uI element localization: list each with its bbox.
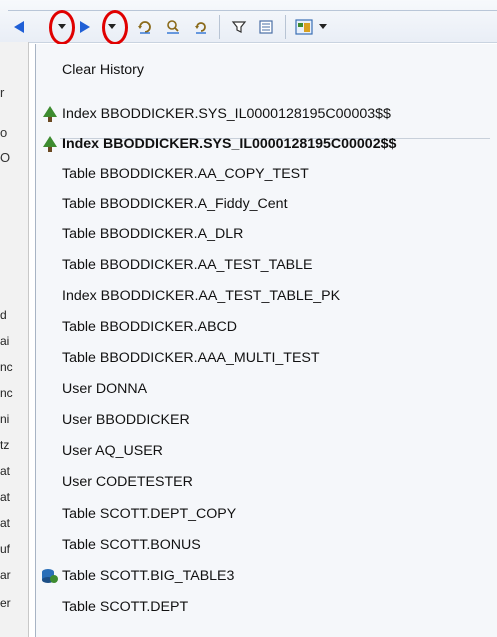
background-text-fragment: r [0,85,5,100]
history-item[interactable]: User CODETESTER [36,468,497,496]
history-item[interactable]: Table SCOTT.DEPT [36,593,497,621]
forward-arrow-icon [80,21,90,33]
toolbar-separator [219,15,220,39]
forward-button[interactable] [78,16,92,38]
history-item[interactable]: User BBODDICKER [36,406,497,434]
background-text-fragment: er [0,596,11,610]
dropdown-arrow-icon [319,24,327,29]
filter-button[interactable] [228,16,250,38]
history-item[interactable]: User DONNA [36,375,497,403]
background-text-fragment: nc [0,386,13,400]
tree-icon [43,106,57,122]
history-dropdown-menu: Clear History Index BBODDICKER.SYS_IL000… [35,44,497,637]
highlight-circle [102,10,128,45]
clear-history-menu-item[interactable]: Clear History [36,56,497,84]
highlight-circle [49,10,75,45]
refresh-icon [138,21,151,34]
background-text-fragment: at [0,516,11,530]
history-item[interactable]: Table BBODDICKER.A_DLR [36,220,497,248]
refresh-button[interactable] [134,16,156,38]
history-item[interactable]: Table SCOTT.BONUS [36,531,497,559]
background-text-fragment: ni [0,412,10,426]
view-menu-icon [295,19,313,35]
toolbar [0,0,497,45]
tree-icon [43,136,57,152]
menu-item-label: Table BBODDICKER.A_Fiddy_Cent [62,196,288,212]
menu-item-label: Index BBODDICKER.AA_TEST_TABLE_PK [62,288,341,304]
background-text-fragment: tz [0,438,10,452]
history-item[interactable]: Table BBODDICKER.AA_COPY_TEST [36,160,497,188]
background-text-fragment: o [0,125,8,140]
background-text-fragment: nc [0,360,13,374]
history-item[interactable]: Table BBODDICKER.AAA_MULTI_TEST [36,344,497,372]
find-refresh-button[interactable] [162,16,184,38]
back-arrow-icon [14,21,24,33]
background-text-fragment: at [0,490,11,504]
back-button[interactable] [12,16,26,38]
history-item[interactable]: Table SCOTT.DEPT_COPY [36,500,497,528]
menu-item-label: User DONNA [62,381,148,397]
menu-item-label: Table SCOTT.BONUS [62,537,201,553]
menu-item-label: Index BBODDICKER.SYS_IL0000128195C00003$… [62,106,391,122]
find-refresh-icon [167,20,179,34]
menu-item-label: Table BBODDICKER.ABCD [62,319,238,335]
background-text-fragment: ai [0,334,10,348]
history-item[interactable]: Table BBODDICKER.AA_TEST_TABLE [36,251,497,279]
menu-item-label: Table BBODDICKER.A_DLR [62,226,244,242]
properties-button[interactable] [255,16,277,38]
menu-item-label: Table SCOTT.BIG_TABLE3 [62,568,235,584]
refresh-object-button[interactable] [190,16,212,38]
menu-item-label: Table BBODDICKER.AA_COPY_TEST [62,166,309,182]
menu-item-label: Clear History [62,62,144,78]
menu-item-label: Table SCOTT.DEPT [62,599,189,615]
history-item[interactable]: Table BBODDICKER.A_Fiddy_Cent [36,190,497,218]
menu-item-label: User BBODDICKER [62,412,190,428]
view-menu-button[interactable] [292,16,330,38]
toolbar-separator [285,15,286,39]
properties-icon [259,20,273,34]
history-item[interactable]: Table BBODDICKER.ABCD [36,313,497,341]
background-text-fragment: d [0,308,7,322]
menu-item-label: Table BBODDICKER.AA_TEST_TABLE [62,257,313,273]
background-text-fragment: ar [0,568,11,582]
background-text-fragment: at [0,464,11,478]
background-text-fragment: uf [0,542,11,556]
menu-item-label: User AQ_USER [62,443,163,459]
history-item[interactable]: Index BBODDICKER.SYS_IL0000128195C00003$… [36,100,497,128]
filter-icon [231,21,247,33]
background-panel-strip: r o O d ai nc nc ni tz at at at uf ar er [0,42,29,637]
history-item[interactable]: User AQ_USER [36,437,497,465]
menu-item-label: Table SCOTT.DEPT_COPY [62,506,237,522]
menu-item-label: Index BBODDICKER.SYS_IL0000128195C00002$… [62,136,397,152]
history-item[interactable]: Index BBODDICKER.SYS_IL0000128195C00002$… [36,130,497,158]
refresh-object-icon [195,22,206,34]
history-item[interactable]: Index BBODDICKER.AA_TEST_TABLE_PK [36,282,497,310]
menu-item-label: Table BBODDICKER.AAA_MULTI_TEST [62,350,320,366]
menu-item-label: User CODETESTER [62,474,193,490]
history-item[interactable]: Table SCOTT.BIG_TABLE3 [36,562,497,590]
database-table-icon [42,569,58,583]
background-text-fragment: O [0,150,10,165]
